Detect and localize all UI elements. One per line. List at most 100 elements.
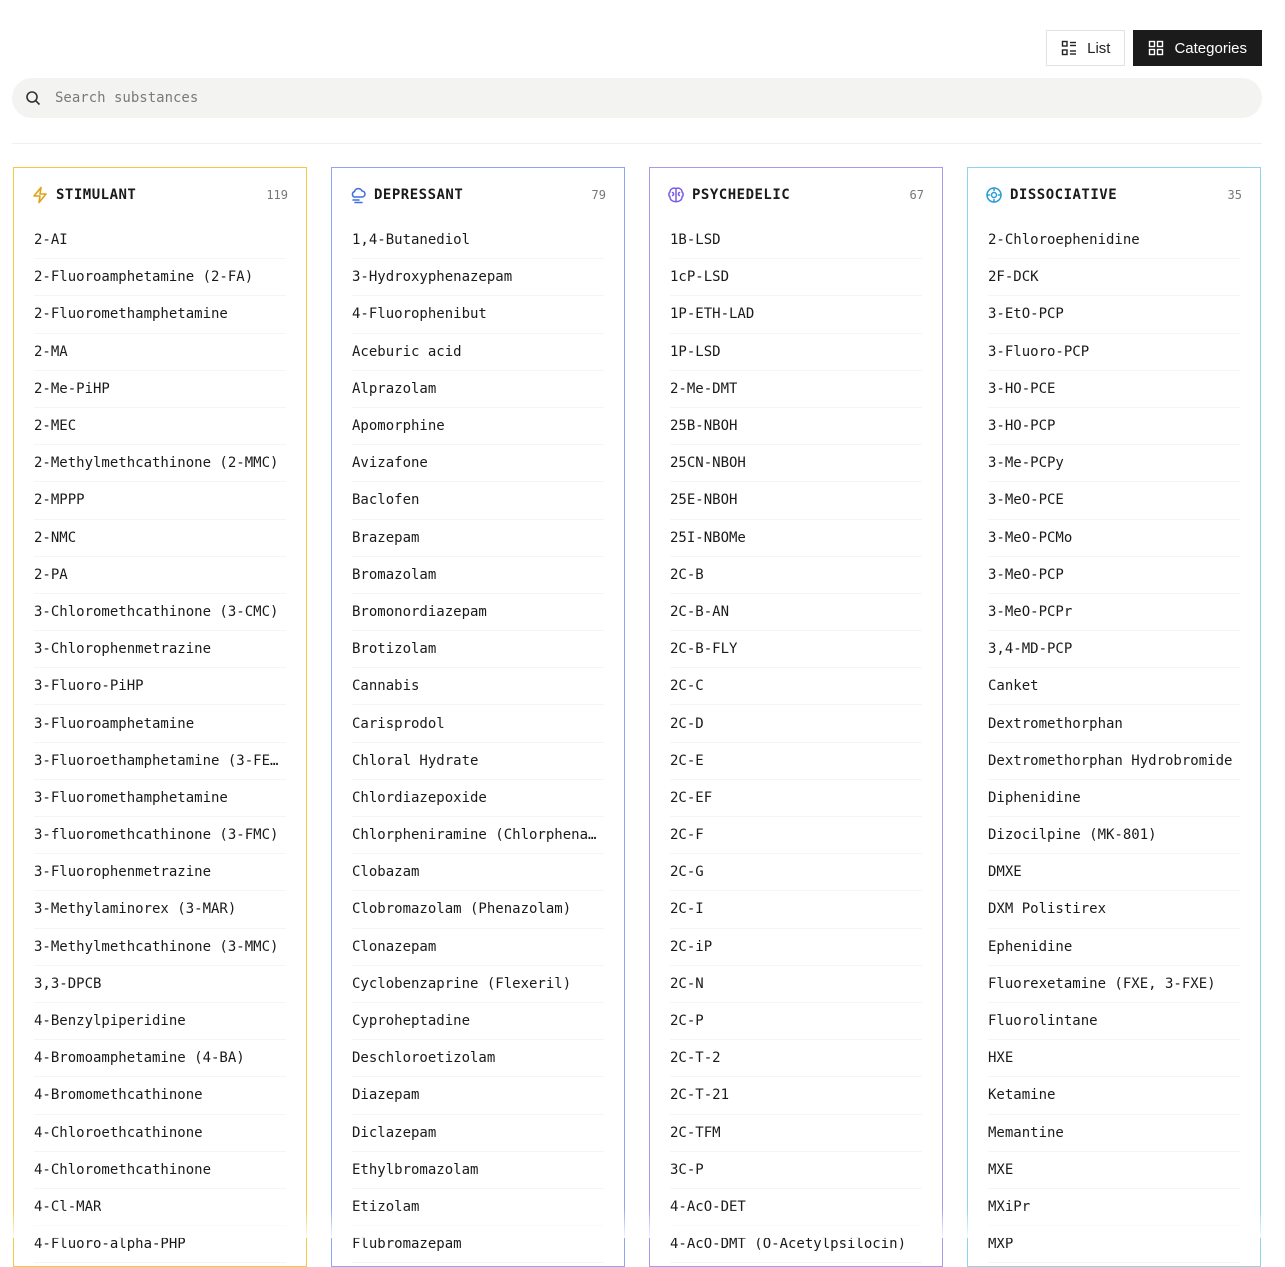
substance-item[interactable]: 3-MeO-PCPr: [988, 594, 1240, 632]
substance-item[interactable]: Diclazepam: [352, 1115, 604, 1152]
substance-item[interactable]: 2-AI: [34, 222, 286, 260]
category-header[interactable]: DEPRESSANT 79: [332, 168, 624, 222]
substance-item[interactable]: 2-MA: [34, 334, 286, 371]
substance-item[interactable]: Diphenidine: [988, 780, 1240, 817]
substance-item[interactable]: 2C-TFM: [670, 1115, 922, 1152]
substance-item[interactable]: Bromonordiazepam: [352, 594, 604, 632]
category-header[interactable]: DISSOCIATIVE 35: [968, 168, 1260, 222]
substance-item[interactable]: 25I-NBOMe: [670, 520, 922, 557]
substance-item[interactable]: 3,3-DPCB: [34, 966, 286, 1003]
substance-item[interactable]: MXiPr: [988, 1189, 1240, 1227]
substance-item[interactable]: Fluorolintane: [988, 1003, 1240, 1041]
substance-item[interactable]: DXM Polistirex: [988, 891, 1240, 929]
substance-item[interactable]: Dizocilpine (MK-801): [988, 817, 1240, 855]
categories-view-button[interactable]: Categories: [1133, 30, 1262, 66]
substance-item[interactable]: Alprazolam: [352, 371, 604, 408]
substance-item[interactable]: Chlorpheniramine (Chlorphenamine): [352, 817, 604, 855]
substance-item[interactable]: 4-Bromoamphetamine (4-BA): [34, 1040, 286, 1078]
substance-item[interactable]: 2-MEC: [34, 408, 286, 446]
substance-item[interactable]: 2-Chloroephenidine: [988, 222, 1240, 260]
substance-item[interactable]: 25CN-NBOH: [670, 445, 922, 483]
substance-item[interactable]: Flubromazepam: [352, 1226, 604, 1264]
substance-item[interactable]: 4-Fluorophenibut: [352, 296, 604, 334]
substance-item[interactable]: 3-EtO-PCP: [988, 296, 1240, 334]
substance-item[interactable]: 3-MeO-PCP: [988, 557, 1240, 594]
substance-item[interactable]: 2C-B-FLY: [670, 631, 922, 669]
substance-item[interactable]: 2C-T-21: [670, 1077, 922, 1115]
substance-item[interactable]: Deschloroetizolam: [352, 1040, 604, 1078]
category-header[interactable]: PSYCHEDELIC 67: [650, 168, 942, 222]
substance-item[interactable]: 1cP-LSD: [670, 259, 922, 297]
substance-item[interactable]: 3-Hydroxyphenazepam: [352, 259, 604, 297]
substance-item[interactable]: 3-Chlorophenmetrazine: [34, 631, 286, 669]
substance-item[interactable]: 2-MPPP: [34, 482, 286, 520]
substance-item[interactable]: 1P-LSD: [670, 334, 922, 371]
substance-item[interactable]: 3-HO-PCP: [988, 408, 1240, 446]
substance-item[interactable]: 3-Fluoro-PiHP: [34, 668, 286, 706]
substance-item[interactable]: Aceburic acid: [352, 334, 604, 371]
substance-item[interactable]: 4-AcO-DET: [670, 1189, 922, 1227]
substance-item[interactable]: 2C-EF: [670, 780, 922, 817]
substance-item[interactable]: 3-Fluoromethamphetamine: [34, 780, 286, 817]
substance-item[interactable]: Cyclobenzaprine (Flexeril): [352, 966, 604, 1003]
substance-item[interactable]: 2F-DCK: [988, 259, 1240, 297]
substance-item[interactable]: Ethylbromazolam: [352, 1152, 604, 1189]
substance-item[interactable]: Carisprodol: [352, 705, 604, 743]
substance-item[interactable]: MXE: [988, 1152, 1240, 1189]
substance-item[interactable]: 4-AcO-DMT (O-Acetylpsilocin): [670, 1226, 922, 1264]
substance-item[interactable]: HXE: [988, 1040, 1240, 1078]
substance-item[interactable]: Apomorphine: [352, 408, 604, 446]
substance-item[interactable]: 2C-D: [670, 705, 922, 743]
category-header[interactable]: STIMULANT 119: [14, 168, 306, 222]
substance-item[interactable]: 4-Bromomethcathinone: [34, 1077, 286, 1115]
substance-item[interactable]: 3-Chloromethcathinone (3-CMC): [34, 594, 286, 632]
substance-item[interactable]: 3-Methylmethcathinone (3-MMC): [34, 929, 286, 966]
substance-item[interactable]: Fluorexetamine (FXE, 3-FXE): [988, 966, 1240, 1003]
substance-item[interactable]: 2C-B-AN: [670, 594, 922, 632]
substance-item[interactable]: 4-Benzylpiperidine: [34, 1003, 286, 1041]
substance-item[interactable]: 2-Fluoromethamphetamine: [34, 296, 286, 334]
substance-item[interactable]: Dextromethorphan: [988, 705, 1240, 743]
substance-item[interactable]: 2C-F: [670, 817, 922, 855]
substance-item[interactable]: Bromazolam: [352, 557, 604, 594]
substance-item[interactable]: 3-Methylaminorex (3-MAR): [34, 891, 286, 929]
substance-item[interactable]: 2-Me-PiHP: [34, 371, 286, 408]
substance-item[interactable]: 2C-B: [670, 557, 922, 594]
substance-item[interactable]: 3-Fluoroethamphetamine (3-FEA): [34, 743, 286, 780]
substance-item[interactable]: Brotizolam: [352, 631, 604, 669]
substance-item[interactable]: 2C-N: [670, 966, 922, 1003]
substance-item[interactable]: Memantine: [988, 1115, 1240, 1152]
substance-item[interactable]: 4-Chloroethcathinone: [34, 1115, 286, 1152]
substance-item[interactable]: 2-Me-DMT: [670, 371, 922, 408]
substance-item[interactable]: Clobromazolam (Phenazolam): [352, 891, 604, 929]
substance-item[interactable]: 2C-C: [670, 668, 922, 706]
substance-item[interactable]: Canket: [988, 668, 1240, 706]
substance-item[interactable]: 3-MeO-PCMo: [988, 520, 1240, 557]
substance-item[interactable]: 2-NMC: [34, 520, 286, 557]
substance-item[interactable]: 2C-T-2: [670, 1040, 922, 1078]
substance-item[interactable]: 3-Fluorophenmetrazine: [34, 854, 286, 892]
substance-item[interactable]: 3-Fluoro-PCP: [988, 334, 1240, 371]
substance-item[interactable]: 3-Fluoroamphetamine: [34, 705, 286, 743]
substance-item[interactable]: Cannabis: [352, 668, 604, 706]
substance-item[interactable]: 1P-ETH-LAD: [670, 296, 922, 334]
substance-item[interactable]: 3-fluoromethcathinone (3-FMC): [34, 817, 286, 855]
substance-item[interactable]: Diazepam: [352, 1077, 604, 1115]
substance-item[interactable]: 2-PA: [34, 557, 286, 594]
substance-item[interactable]: 2C-E: [670, 743, 922, 780]
substance-item[interactable]: Baclofen: [352, 482, 604, 520]
substance-item[interactable]: 3-HO-PCE: [988, 371, 1240, 408]
substance-item[interactable]: MXP: [988, 1226, 1240, 1264]
substance-item[interactable]: Clonazepam: [352, 929, 604, 966]
substance-item[interactable]: 2-Fluoroamphetamine (2-FA): [34, 259, 286, 297]
substance-item[interactable]: Chlordiazepoxide: [352, 780, 604, 817]
substance-item[interactable]: Chloral Hydrate: [352, 743, 604, 780]
substance-item[interactable]: Cyproheptadine: [352, 1003, 604, 1041]
substance-item[interactable]: 25E-NBOH: [670, 482, 922, 520]
list-view-button[interactable]: List: [1046, 30, 1126, 66]
substance-item[interactable]: Ketamine: [988, 1077, 1240, 1115]
substance-item[interactable]: 2C-I: [670, 891, 922, 929]
substance-item[interactable]: 4-Cl-MAR: [34, 1189, 286, 1227]
substance-item[interactable]: 2C-G: [670, 854, 922, 892]
substance-item[interactable]: 1B-LSD: [670, 222, 922, 260]
